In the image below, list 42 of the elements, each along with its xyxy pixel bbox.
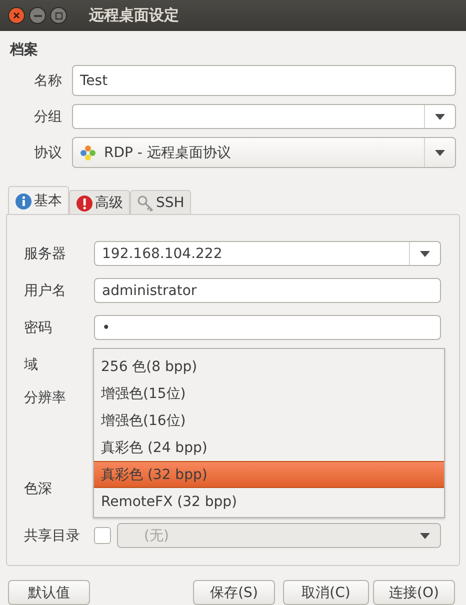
caret-icon [435, 150, 445, 156]
dropdown[interactable] [72, 104, 456, 129]
field-label: 服务器 [24, 244, 67, 262]
input-field[interactable]: Test [72, 65, 456, 96]
menu-item[interactable]: RemoteFX (32 bpp) [94, 488, 444, 515]
menu-item[interactable]: 真彩色 (32 bpp) [94, 461, 444, 488]
menu-item[interactable]: 真彩色 (24 bpp) [94, 434, 444, 461]
input-field[interactable]: • [94, 315, 441, 340]
field-label: 共享目录 [24, 526, 81, 544]
protocol-icon [80, 144, 96, 160]
close-icon[interactable] [8, 7, 25, 24]
section-heading: 档案 [10, 42, 38, 58]
dropdown[interactable]: 192.168.104.222 [94, 241, 441, 266]
info-icon [15, 192, 32, 210]
maximize-icon[interactable] [50, 7, 67, 24]
field-label: 用户名 [24, 282, 67, 300]
minimize-icon[interactable] [29, 7, 46, 24]
menu-item[interactable]: 增强色(15位) [94, 380, 444, 407]
tab[interactable]: SSH [130, 190, 192, 215]
window-title: 远程桌面设定 [89, 6, 179, 25]
warning-icon [76, 194, 93, 212]
dialog-button[interactable]: 连接(O) [373, 580, 455, 605]
dialog-button[interactable]: 取消(C) [283, 580, 369, 605]
dialog-button[interactable]: 默认值 [8, 580, 90, 605]
input-field[interactable]: administrator [94, 278, 441, 303]
menu-item[interactable]: 增强色(16位) [94, 407, 444, 434]
tab[interactable]: 高级 [69, 190, 130, 215]
caret-icon [420, 532, 430, 538]
field-label: 协议 [33, 144, 63, 162]
field-label: 密码 [24, 318, 53, 336]
field-label: 域 [24, 356, 39, 374]
menu-item[interactable]: 256 色(8 bpp) [94, 353, 444, 380]
key-icon [137, 194, 154, 212]
field-label: 色深 [24, 480, 53, 498]
caret-icon [435, 114, 445, 120]
field-label: 分辨率 [24, 389, 67, 407]
dropdown[interactable]: RDP - 远程桌面协议 [72, 137, 456, 168]
tab[interactable]: 基本 [8, 186, 69, 215]
caret-icon [420, 250, 430, 256]
field-label: 分组 [33, 108, 63, 126]
field-label: 名称 [33, 72, 63, 90]
dialog-button[interactable]: 保存(S) [193, 580, 275, 605]
